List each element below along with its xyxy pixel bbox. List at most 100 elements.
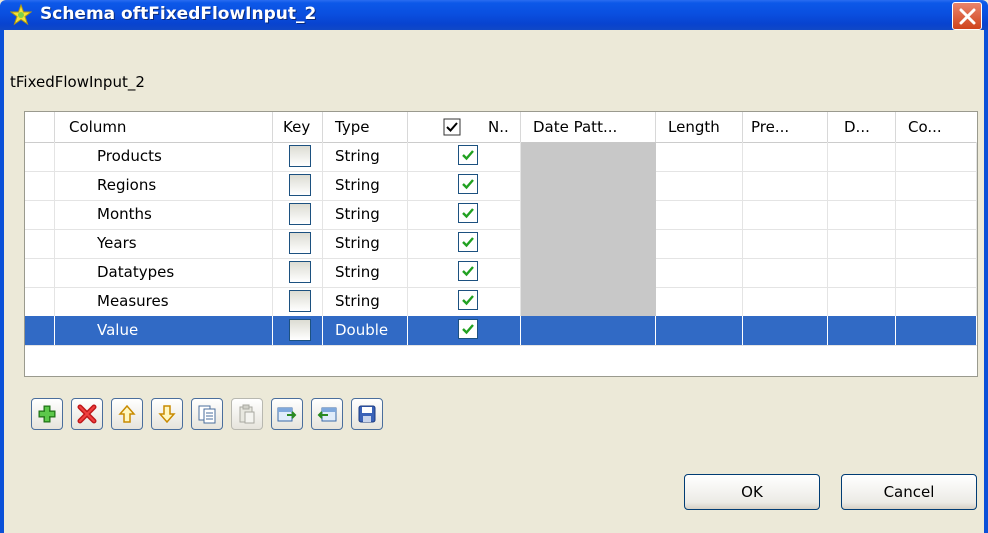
table-header: Column Key Type N.. Date Patt... Length … — [25, 112, 977, 143]
column-name-cell[interactable]: Regions — [55, 171, 273, 200]
comment-cell[interactable] — [896, 200, 977, 229]
close-button[interactable] — [952, 2, 982, 30]
default-cell[interactable] — [828, 229, 896, 258]
type-cell[interactable]: Double — [323, 316, 408, 345]
save-button[interactable] — [351, 398, 383, 430]
nullable-checkbox[interactable] — [458, 145, 478, 165]
date-pattern-cell[interactable] — [521, 316, 656, 345]
comment-cell[interactable] — [896, 142, 977, 171]
key-checkbox[interactable] — [289, 319, 311, 341]
comment-cell[interactable] — [896, 229, 977, 258]
add-button[interactable] — [31, 398, 63, 430]
key-checkbox[interactable] — [289, 145, 311, 167]
table-row[interactable]: Years String — [25, 229, 977, 259]
default-cell[interactable] — [828, 142, 896, 171]
remove-button[interactable] — [71, 398, 103, 430]
column-name-cell[interactable]: Products — [55, 142, 273, 171]
precision-cell[interactable] — [743, 287, 828, 316]
row-header-cell[interactable] — [25, 229, 55, 258]
default-cell[interactable] — [828, 200, 896, 229]
header-type[interactable]: Type — [323, 112, 408, 142]
comment-cell[interactable] — [896, 258, 977, 287]
precision-cell[interactable] — [743, 258, 828, 287]
checkmark-icon — [462, 150, 474, 161]
paste-button[interactable] — [231, 398, 263, 430]
length-cell[interactable] — [656, 142, 743, 171]
type-cell[interactable]: String — [323, 200, 408, 229]
comment-cell[interactable] — [896, 171, 977, 200]
nullable-check-all-icon[interactable] — [443, 118, 461, 136]
column-name-cell[interactable]: Years — [55, 229, 273, 258]
header-precision[interactable]: Pre... — [743, 112, 828, 142]
table-row[interactable]: Measures String — [25, 287, 977, 317]
type-cell[interactable]: String — [323, 258, 408, 287]
row-header-cell[interactable] — [25, 287, 55, 316]
export-button[interactable] — [311, 398, 343, 430]
row-header-cell[interactable] — [25, 258, 55, 287]
key-checkbox[interactable] — [289, 261, 311, 283]
key-checkbox[interactable] — [289, 290, 311, 312]
column-name-cell[interactable]: Measures — [55, 287, 273, 316]
column-name-cell[interactable]: Value — [55, 316, 273, 345]
precision-cell[interactable] — [743, 316, 828, 345]
length-cell[interactable] — [656, 171, 743, 200]
comment-cell[interactable] — [896, 316, 977, 345]
title-bar[interactable]: Schema oftFixedFlowInput_2 — [0, 0, 988, 30]
precision-cell[interactable] — [743, 142, 828, 171]
row-header-cell[interactable] — [25, 200, 55, 229]
column-name-cell[interactable]: Datatypes — [55, 258, 273, 287]
nullable-checkbox[interactable] — [458, 290, 478, 310]
nullable-checkbox[interactable] — [458, 174, 478, 194]
move-up-button[interactable] — [111, 398, 143, 430]
default-cell[interactable] — [828, 171, 896, 200]
key-checkbox[interactable] — [289, 174, 311, 196]
header-comment[interactable]: Co... — [896, 112, 977, 142]
ok-button[interactable]: OK — [684, 474, 820, 510]
schema-table[interactable]: Column Key Type N.. Date Patt... Length … — [24, 111, 978, 377]
row-header-cell[interactable] — [25, 316, 55, 345]
type-cell[interactable]: String — [323, 171, 408, 200]
header-length[interactable]: Length — [656, 112, 743, 142]
key-checkbox[interactable] — [289, 203, 311, 225]
table-row[interactable]: Months String — [25, 200, 977, 230]
precision-cell[interactable] — [743, 229, 828, 258]
type-cell[interactable]: String — [323, 142, 408, 171]
comment-cell[interactable] — [896, 287, 977, 316]
length-cell[interactable] — [656, 316, 743, 345]
nullable-checkbox[interactable] — [458, 319, 478, 339]
precision-cell[interactable] — [743, 171, 828, 200]
copy-button[interactable] — [191, 398, 223, 430]
default-cell[interactable] — [828, 287, 896, 316]
column-name-cell[interactable]: Months — [55, 200, 273, 229]
header-default[interactable]: D... — [828, 112, 896, 142]
cancel-button[interactable]: Cancel — [841, 474, 977, 510]
paste-icon — [239, 404, 255, 424]
table-row[interactable]: Products String — [25, 142, 977, 172]
table-row[interactable]: Datatypes String — [25, 258, 977, 288]
table-row[interactable]: Regions String — [25, 171, 977, 201]
length-cell[interactable] — [656, 229, 743, 258]
default-cell[interactable] — [828, 316, 896, 345]
nullable-checkbox[interactable] — [458, 203, 478, 223]
header-column[interactable]: Column — [55, 112, 273, 142]
length-cell[interactable] — [656, 200, 743, 229]
nullable-checkbox[interactable] — [458, 261, 478, 281]
import-button[interactable] — [271, 398, 303, 430]
type-cell[interactable]: String — [323, 287, 408, 316]
length-cell[interactable] — [656, 287, 743, 316]
row-header-cell[interactable] — [25, 171, 55, 200]
header-date-pattern[interactable]: Date Patt... — [521, 112, 656, 142]
move-down-button[interactable] — [151, 398, 183, 430]
row-header-cell[interactable] — [25, 142, 55, 171]
window-title: Schema oftFixedFlowInput_2 — [40, 4, 317, 24]
length-cell[interactable] — [656, 258, 743, 287]
default-cell[interactable] — [828, 258, 896, 287]
date-pattern-cell-disabled — [521, 229, 656, 258]
nullable-checkbox[interactable] — [458, 232, 478, 252]
header-key[interactable]: Key — [273, 112, 323, 142]
precision-cell[interactable] — [743, 200, 828, 229]
header-nullable[interactable]: N.. — [408, 112, 521, 142]
type-cell[interactable]: String — [323, 229, 408, 258]
key-checkbox[interactable] — [289, 232, 311, 254]
table-row[interactable]: Value Double — [25, 316, 977, 346]
